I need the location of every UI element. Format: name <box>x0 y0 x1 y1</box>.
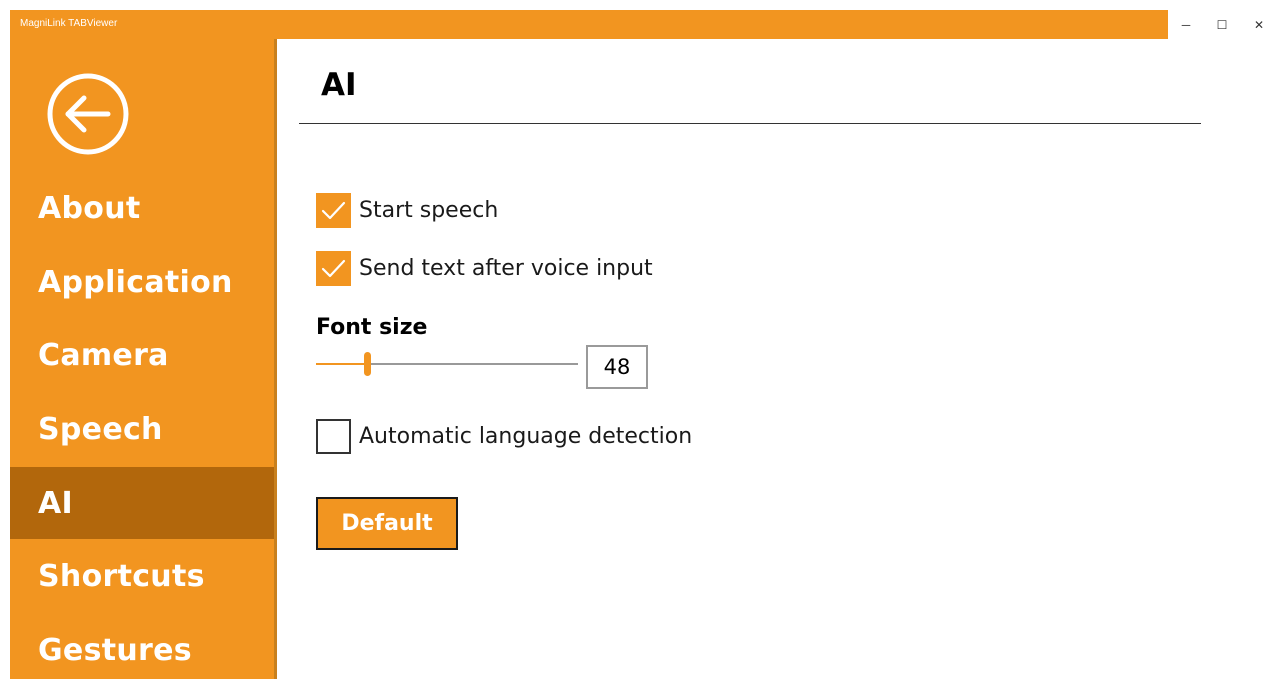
font-size-slider[interactable] <box>316 349 578 379</box>
sidebar-item-label: Speech <box>38 411 163 447</box>
back-arrow-icon <box>47 73 129 155</box>
app-title: MagniLink TABViewer <box>20 18 118 29</box>
sidebar-item-camera[interactable]: Camera <box>10 319 274 391</box>
sidebar-item-label: Gestures <box>38 632 192 668</box>
title-bar-background <box>10 10 1168 39</box>
checkmark-icon <box>321 259 346 277</box>
auto-language-option[interactable]: Automatic language detection <box>316 418 692 454</box>
sidebar-item-application[interactable]: Application <box>10 246 274 318</box>
sidebar-item-about[interactable]: About <box>10 172 274 244</box>
sidebar-item-speech[interactable]: Speech <box>10 393 274 465</box>
close-button[interactable]: ✕ <box>1241 10 1277 39</box>
sidebar-item-label: AI <box>38 485 73 521</box>
sidebar: About Application Camera Speech AI Short… <box>10 39 277 679</box>
send-text-label: Send text after voice input <box>359 255 653 281</box>
sidebar-item-label: Camera <box>38 337 169 373</box>
slider-fill <box>316 363 368 365</box>
checkmark-icon <box>321 201 346 219</box>
start-speech-checkbox[interactable] <box>316 192 351 228</box>
settings-panel: AI Start speech Send text after voice in… <box>277 39 1277 679</box>
auto-language-checkbox[interactable] <box>316 418 351 454</box>
maximize-icon: ☐ <box>1216 17 1228 32</box>
sidebar-item-label: Application <box>38 264 233 300</box>
back-button[interactable] <box>46 72 130 156</box>
close-icon: ✕ <box>1253 17 1265 32</box>
start-speech-option[interactable]: Start speech <box>316 192 498 228</box>
sidebar-item-label: Shortcuts <box>38 558 205 594</box>
sidebar-item-shortcuts[interactable]: Shortcuts <box>10 540 274 612</box>
maximize-button[interactable]: ☐ <box>1204 10 1240 39</box>
sidebar-item-label: About <box>38 190 141 226</box>
send-text-option[interactable]: Send text after voice input <box>316 250 653 286</box>
page-title: AI <box>321 67 357 103</box>
title-divider <box>299 123 1201 124</box>
default-button[interactable]: Default <box>316 497 458 550</box>
minimize-icon: ─ <box>1181 17 1191 32</box>
font-size-value-input[interactable]: 48 <box>586 345 648 389</box>
sidebar-item-gestures[interactable]: Gestures <box>10 614 274 686</box>
title-bar: MagniLink TABViewer ─ ☐ ✕ <box>10 10 1277 39</box>
slider-thumb[interactable] <box>364 352 371 376</box>
send-text-checkbox[interactable] <box>316 250 351 286</box>
font-size-label: Font size <box>316 315 428 340</box>
minimize-button[interactable]: ─ <box>1168 10 1204 39</box>
start-speech-label: Start speech <box>359 197 499 223</box>
app-window: MagniLink TABViewer ─ ☐ ✕ About Applicat… <box>10 10 1277 679</box>
auto-language-label: Automatic language detection <box>359 423 693 449</box>
sidebar-item-ai[interactable]: AI <box>10 467 274 539</box>
